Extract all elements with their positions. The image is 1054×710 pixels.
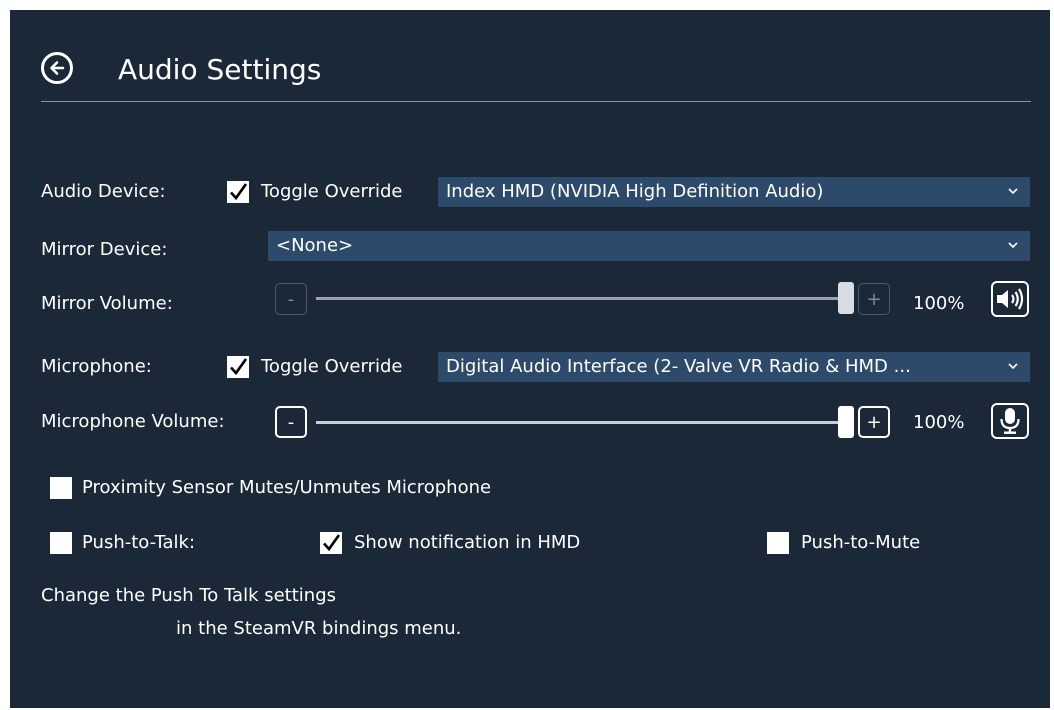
- mirror-volume-label: Mirror Volume:: [41, 293, 173, 314]
- mirror-device-dropdown[interactable]: <None>: [268, 231, 1030, 261]
- mirror-volume-slider-track[interactable]: [316, 297, 846, 300]
- microphone-override-label: Toggle Override: [261, 356, 403, 377]
- push-to-mute-label: Push-to-Mute: [801, 532, 921, 553]
- speaker-icon: [997, 288, 1024, 310]
- chevron-down-icon: [1008, 242, 1018, 249]
- push-to-talk-note-line2: in the SteamVR bindings menu.: [176, 618, 462, 639]
- proximity-label: Proximity Sensor Mutes/Unmutes Microphon…: [82, 477, 492, 498]
- microphone-override-checkbox[interactable]: [227, 356, 249, 378]
- mirror-volume-decrease-button[interactable]: -: [275, 283, 307, 315]
- microphone-volume-decrease-button[interactable]: -: [275, 406, 307, 438]
- audio-device-dropdown[interactable]: Index HMD (NVIDIA High Definition Audio): [438, 177, 1030, 207]
- microphone-volume-increase-button[interactable]: +: [858, 406, 890, 438]
- mirror-device-selected: <None>: [276, 235, 354, 256]
- audio-device-override-checkbox[interactable]: [227, 181, 249, 203]
- checkmark-icon: [230, 183, 248, 201]
- chevron-down-icon: [1008, 363, 1018, 370]
- page-title: Audio Settings: [118, 53, 322, 86]
- push-to-talk-label: Push-to-Talk:: [82, 532, 196, 553]
- checkmark-icon: [323, 534, 341, 552]
- microphone-mute-button[interactable]: [991, 403, 1029, 439]
- audio-device-override-label: Toggle Override: [261, 181, 403, 202]
- push-to-talk-checkbox[interactable]: [50, 532, 72, 554]
- back-button[interactable]: [41, 52, 73, 84]
- mirror-volume-value: 100%: [913, 293, 965, 314]
- microphone-icon: [1000, 408, 1020, 434]
- push-to-mute-checkbox[interactable]: [767, 532, 789, 554]
- proximity-checkbox[interactable]: [50, 477, 72, 499]
- show-notification-checkbox[interactable]: [320, 532, 342, 554]
- mirror-volume-slider-thumb[interactable]: [838, 282, 854, 314]
- audio-device-selected: Index HMD (NVIDIA High Definition Audio): [446, 181, 824, 202]
- back-arrow-icon: [50, 61, 65, 75]
- microphone-selected: Digital Audio Interface (2- Valve VR Rad…: [446, 356, 911, 377]
- header-divider: [41, 101, 1031, 102]
- show-notification-label: Show notification in HMD: [354, 532, 581, 553]
- microphone-volume-value: 100%: [913, 412, 965, 433]
- microphone-volume-slider-thumb[interactable]: [838, 406, 854, 438]
- microphone-volume-slider-track[interactable]: [316, 421, 846, 424]
- microphone-volume-label: Microphone Volume:: [41, 411, 225, 432]
- microphone-label: Microphone:: [41, 356, 152, 377]
- audio-settings-panel: Audio Settings Audio Device: Toggle Over…: [10, 10, 1050, 708]
- push-to-talk-note-line1: Change the Push To Talk settings: [41, 585, 336, 606]
- audio-device-label: Audio Device:: [41, 181, 166, 202]
- mirror-device-label: Mirror Device:: [41, 239, 168, 260]
- microphone-dropdown[interactable]: Digital Audio Interface (2- Valve VR Rad…: [438, 352, 1030, 382]
- mirror-speaker-button[interactable]: [991, 281, 1029, 317]
- checkmark-icon: [230, 358, 248, 376]
- chevron-down-icon: [1008, 188, 1018, 195]
- mirror-volume-increase-button[interactable]: +: [858, 283, 890, 315]
